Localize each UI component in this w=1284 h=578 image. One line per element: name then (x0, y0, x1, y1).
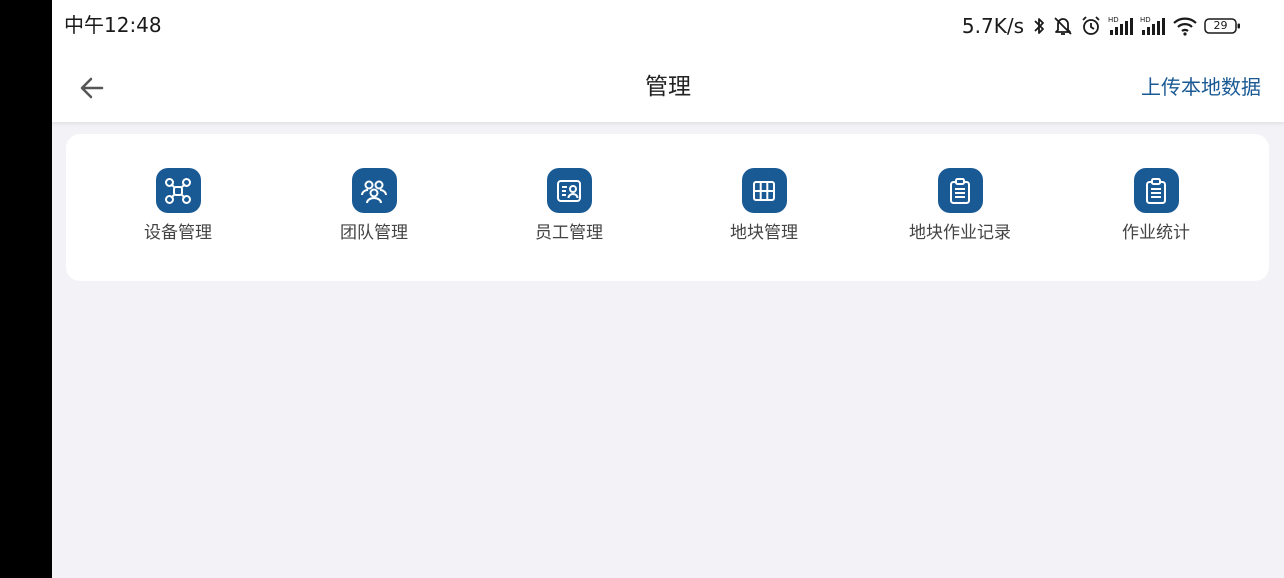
clipboard-icon (937, 168, 983, 213)
mute-bell-icon (1054, 17, 1072, 35)
app-screen: 中午12:48 5.7K/s HD HD 29 管理 上传本地数据 设备管理 团… (52, 0, 1284, 578)
status-icons: 5.7K/s HD HD 29 (962, 12, 1242, 40)
wifi-icon (1173, 17, 1197, 36)
menu-item-field-management[interactable]: 地块管理 (684, 168, 844, 248)
menu-item-label: 设备管理 (144, 223, 212, 243)
upload-local-data-button[interactable]: 上传本地数据 (1141, 73, 1261, 101)
page-title: 管理 (645, 74, 691, 100)
menu-item-label: 员工管理 (535, 223, 603, 243)
menu-item-field-work-records[interactable]: 地块作业记录 (880, 168, 1040, 248)
menu-item-employee-management[interactable]: 员工管理 (489, 168, 649, 248)
signal-hd-icon: HD (1140, 16, 1165, 35)
status-time: 中午12:48 (64, 13, 162, 37)
menu-item-team-management[interactable]: 团队管理 (294, 168, 454, 248)
bluetooth-icon (1034, 18, 1044, 34)
menu-item-device-management[interactable]: 设备管理 (98, 168, 258, 248)
app-bar: 管理 上传本地数据 (52, 52, 1284, 122)
drone-icon (155, 168, 201, 213)
management-menu-card: 设备管理 团队管理 员工管理 地块管理 地块作业记录 作业统计 (66, 134, 1269, 281)
team-icon (351, 168, 397, 213)
network-speed: 5.7K/s (961, 14, 1024, 38)
employee-card-icon (546, 168, 592, 213)
svg-text:HD: HD (1140, 16, 1151, 24)
status-bar: 中午12:48 5.7K/s HD HD 29 (52, 0, 1284, 52)
battery-level: 29 (1213, 19, 1228, 32)
menu-item-label: 地块管理 (730, 223, 798, 243)
clipboard-icon (1133, 168, 1179, 213)
signal-hd-icon: HD (1108, 16, 1133, 35)
field-map-icon (741, 168, 787, 213)
alarm-icon (1082, 16, 1100, 35)
svg-text:HD: HD (1108, 16, 1119, 24)
menu-item-label: 团队管理 (340, 223, 408, 243)
battery-icon: 29 (1204, 16, 1242, 36)
menu-item-work-statistics[interactable]: 作业统计 (1076, 168, 1236, 248)
menu-item-label: 地块作业记录 (909, 223, 1011, 243)
menu-item-label: 作业统计 (1122, 223, 1190, 243)
